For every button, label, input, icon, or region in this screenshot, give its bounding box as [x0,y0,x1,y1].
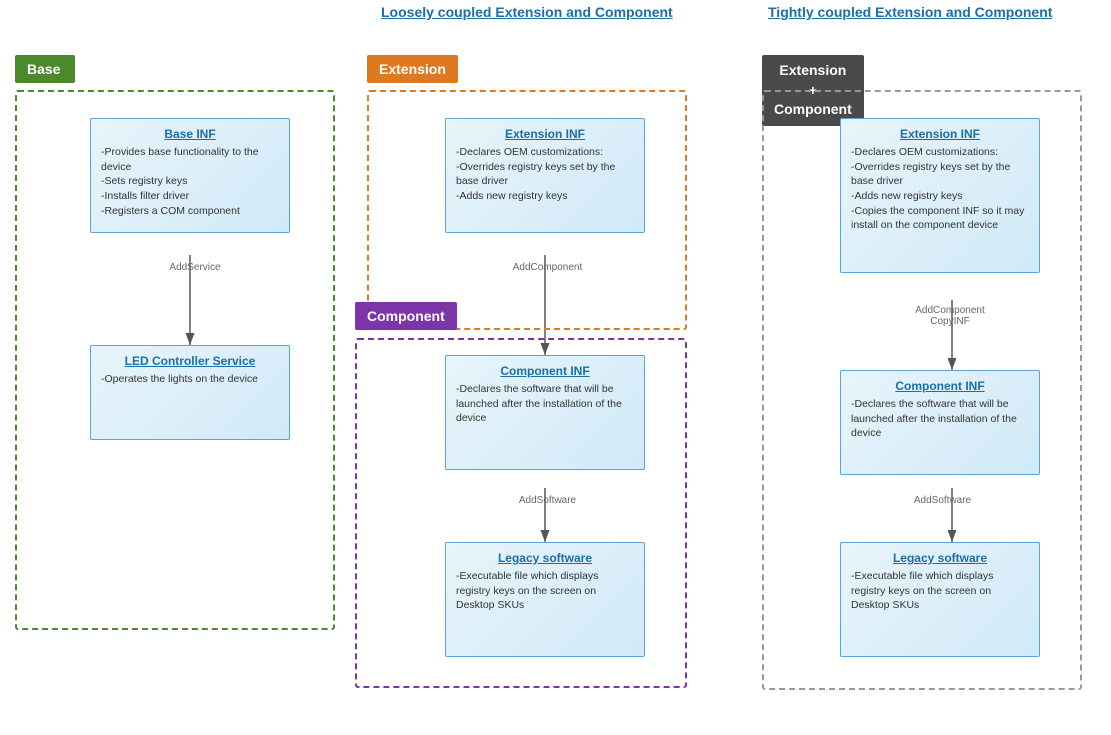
add-component-tightly-label: AddComponent CopyINF [895,305,1005,327]
component-inf-loosely-title: Component INF [456,364,634,378]
legacy-software-tightly-desc: -Executable file which displays registry… [851,569,1029,613]
tightly-title: Tightly coupled Extension and Component [768,4,1052,20]
extension-inf-loosely-desc: -Declares OEM customizations: -Overrides… [456,145,634,204]
legacy-software-loosely-title: Legacy software [456,551,634,565]
base-label: Base [15,55,75,83]
loosely-title: Loosely coupled Extension and Component [381,4,673,20]
add-component-loosely-label: AddComponent [500,262,595,273]
extension-inf-loosely-title: Extension INF [456,127,634,141]
component-inf-tightly-box: Component INF -Declares the software tha… [840,370,1040,475]
led-service-desc: -Operates the lights on the device [101,372,279,387]
component-inf-loosely-desc: -Declares the software that will be laun… [456,382,634,426]
component-inf-tightly-desc: -Declares the software that will be laun… [851,397,1029,441]
extension-inf-tightly-title: Extension INF [851,127,1029,141]
legacy-software-loosely-box: Legacy software -Executable file which d… [445,542,645,657]
component-inf-tightly-title: Component INF [851,379,1029,393]
add-software-tightly-label: AddSoftware [895,495,990,506]
legacy-software-tightly-box: Legacy software -Executable file which d… [840,542,1040,657]
led-service-title: LED Controller Service [101,354,279,368]
add-software-loosely-label: AddSoftware [500,495,595,506]
component-inf-loosely-box: Component INF -Declares the software tha… [445,355,645,470]
base-inf-desc: -Provides base functionality to the devi… [101,145,279,218]
legacy-software-loosely-desc: -Executable file which displays registry… [456,569,634,613]
diagram-container: Loosely coupled Extension and Component … [0,0,1111,735]
led-service-box: LED Controller Service -Operates the lig… [90,345,290,440]
base-inf-box: Base INF -Provides base functionality to… [90,118,290,233]
extension-inf-tightly-box: Extension INF -Declares OEM customizatio… [840,118,1040,273]
extension-inf-loosely-box: Extension INF -Declares OEM customizatio… [445,118,645,233]
add-service-label: AddService [155,262,235,273]
base-inf-title: Base INF [101,127,279,141]
extension-inf-tightly-desc: -Declares OEM customizations: -Overrides… [851,145,1029,233]
extension-loosely-label: Extension [367,55,458,83]
legacy-software-tightly-title: Legacy software [851,551,1029,565]
component-loosely-label: Component [355,302,457,330]
